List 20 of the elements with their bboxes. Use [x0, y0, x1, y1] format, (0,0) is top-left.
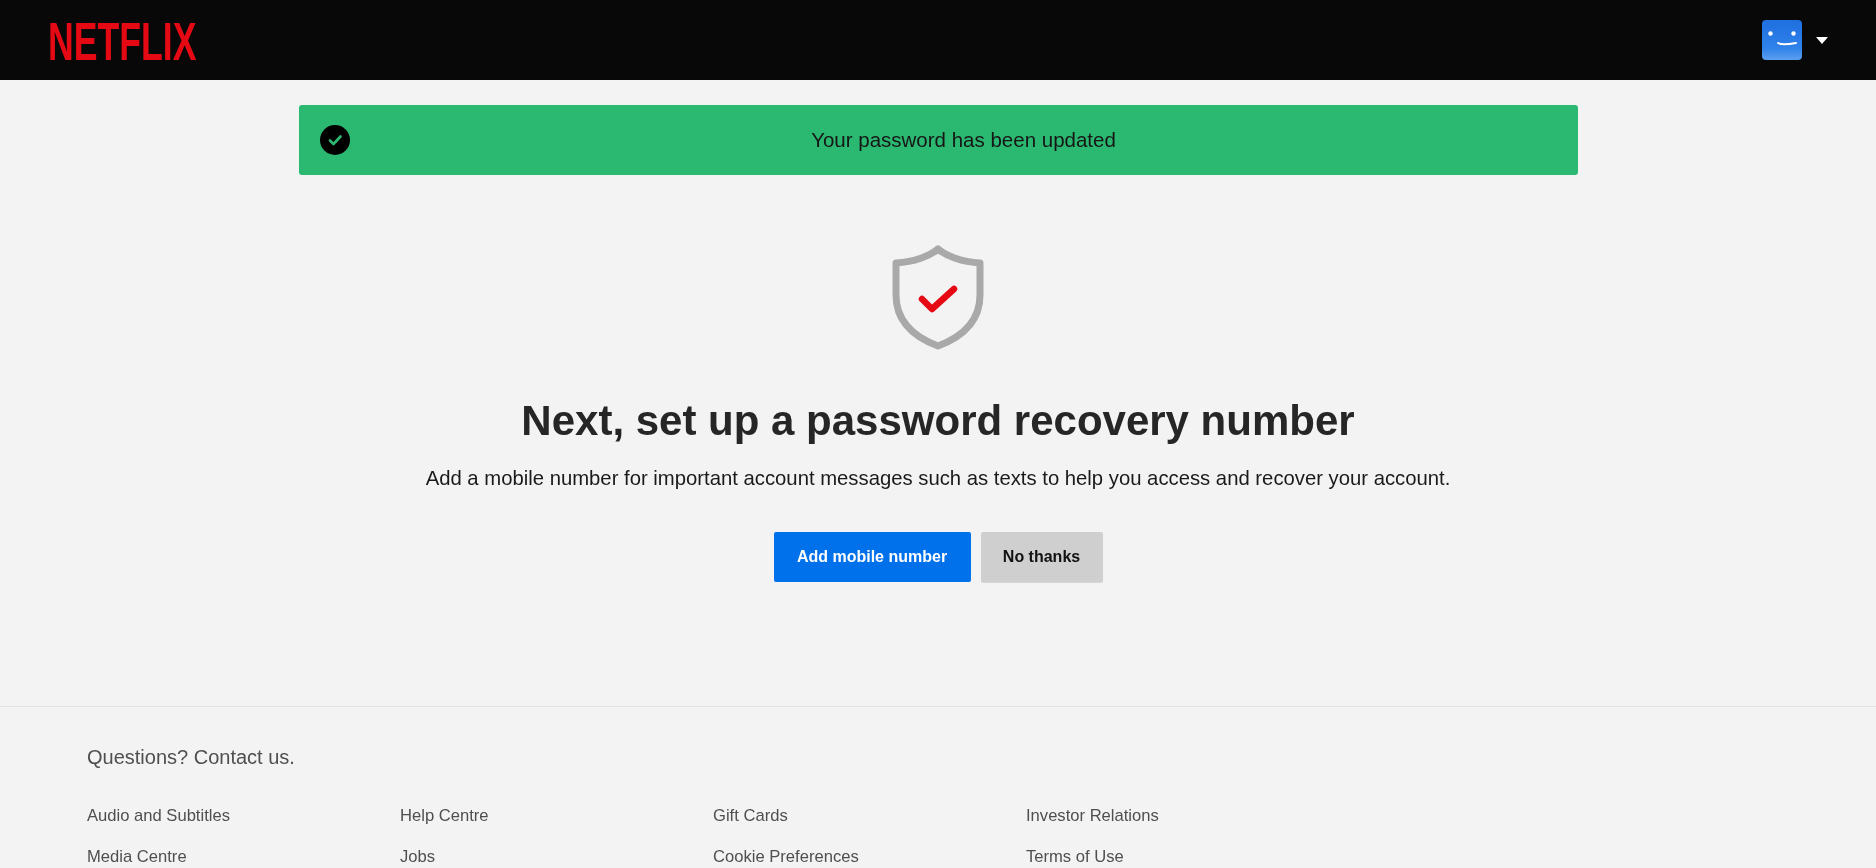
shield-check-icon	[892, 245, 984, 350]
footer-link[interactable]: Jobs	[400, 847, 436, 867]
no-thanks-button[interactable]: No thanks	[980, 532, 1103, 582]
footer-link[interactable]: Cookie Preferences	[713, 847, 859, 867]
contact-link[interactable]: Questions? Contact us.	[87, 745, 295, 769]
footer-link[interactable]: Terms of Use	[1026, 847, 1124, 867]
banner-message: Your password has been updated	[811, 128, 1116, 152]
footer-link[interactable]: Gift Cards	[713, 806, 788, 826]
footer-link[interactable]: Audio and Subtitles	[87, 806, 230, 826]
caret-icon	[1816, 36, 1828, 44]
add-mobile-number-button[interactable]: Add mobile number	[773, 532, 971, 582]
footer-link[interactable]: Media Centre	[87, 847, 187, 867]
check-circle-icon	[319, 125, 350, 155]
description-text: Add a mobile number for important account messages such as texts to help you access and recover your account.	[425, 466, 1451, 490]
footer-link[interactable]: Investor Relations	[1026, 806, 1159, 826]
profile-menu-button[interactable]	[1762, 20, 1828, 60]
footer-link[interactable]: Help Centre	[400, 806, 489, 826]
page-heading: Next, set up a password recovery number	[521, 396, 1355, 446]
logo[interactable]: NETFLIX	[48, 21, 197, 61]
avatar-icon	[1762, 20, 1802, 60]
